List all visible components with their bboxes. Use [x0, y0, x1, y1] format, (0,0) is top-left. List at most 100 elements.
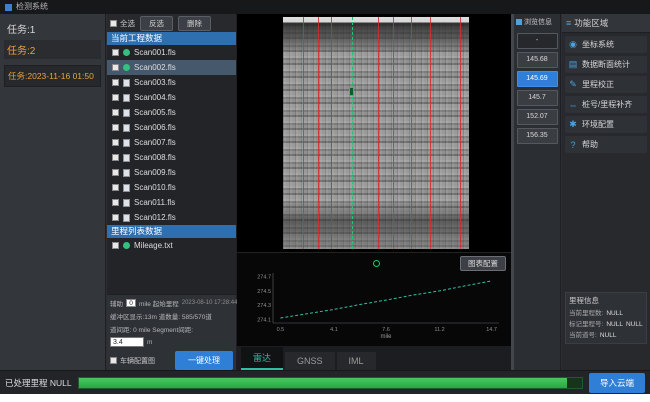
task-panel: 任务:1 任务:2 任务:2023-11-16 01:50 — [0, 14, 106, 370]
svg-text:274.1: 274.1 — [257, 317, 271, 323]
file-name: Scan001.fls — [134, 48, 176, 57]
app-window: 检测系统 任务:1 任务:2 任务:2023-11-16 01:50 全选 反选… — [0, 0, 650, 394]
file-checkbox[interactable] — [112, 109, 119, 116]
file-status-icon — [123, 169, 130, 177]
function-list: ◉坐标系统 ▤数据断面统计 ✎里程校正 ⇔桩号/里程补齐 ✱环境配置 ?帮助 — [562, 36, 650, 153]
app-icon — [5, 4, 12, 11]
file-row[interactable]: Scan010.fls — [107, 180, 236, 195]
file-row[interactable]: Scan002.fls — [107, 60, 236, 75]
vehicle-config-checkbox[interactable] — [110, 357, 117, 364]
file-checkbox[interactable] — [112, 154, 119, 161]
viewer-tab-gnss[interactable]: GNSS — [285, 352, 335, 370]
file-checkbox[interactable] — [112, 214, 119, 221]
segment-spacing-input[interactable] — [110, 337, 144, 347]
file-name: Scan005.fls — [134, 108, 176, 117]
red-marker-line — [318, 17, 319, 249]
file-row[interactable]: Scan011.fls — [107, 195, 236, 210]
browse-panel: 浏览信息 - 145.68 145.69 145.7 152.07 156.35 — [514, 14, 561, 370]
file-status-icon — [123, 242, 130, 249]
file-status-icon — [123, 79, 130, 87]
aux-value-box[interactable]: 0 — [126, 299, 136, 307]
globe-icon: ◉ — [568, 39, 578, 50]
file-checkbox[interactable] — [112, 124, 119, 131]
progress-bar — [78, 377, 583, 389]
gain-unit-label: m — [147, 339, 152, 346]
svg-text:274.3: 274.3 — [257, 303, 271, 309]
file-row[interactable]: Scan007.fls — [107, 135, 236, 150]
task-timestamp[interactable]: 任务:2023-11-16 01:50 — [4, 65, 101, 87]
viewer-tab-iml[interactable]: IML — [337, 352, 376, 370]
file-row[interactable]: Scan003.fls — [107, 75, 236, 90]
svg-text:274.5: 274.5 — [257, 289, 271, 295]
function-panel: ≡ 功能区域 ◉坐标系统▤数据断面统计✎里程校正⇔桩号/里程补齐✱环境配置?帮助… — [562, 14, 650, 370]
mileage-info-row: 当前道号:NULL — [569, 330, 643, 341]
file-checkbox[interactable] — [112, 199, 119, 206]
mileage-list-header: 里程列表数据 — [107, 225, 236, 238]
browse-value-button[interactable]: 145.7 — [517, 90, 558, 106]
scan-file-list: Scan001.fls Scan002.fls Scan003.fls Scan004… — [107, 45, 236, 225]
browse-value-button[interactable]: - — [517, 33, 558, 49]
file-row[interactable]: Mileage.txt — [107, 238, 236, 253]
vehicle-config-label: 车辆配置图 — [120, 356, 155, 366]
function-item[interactable]: ?帮助 — [565, 136, 647, 153]
red-marker-line — [331, 17, 332, 249]
browse-header: 浏览信息 — [524, 17, 552, 27]
file-checkbox[interactable] — [112, 242, 119, 249]
task-item-2[interactable]: 任务:2 — [4, 40, 101, 59]
file-checkbox[interactable] — [112, 79, 119, 86]
edit-icon: ✎ — [568, 79, 578, 90]
delete-button[interactable]: 删除 — [178, 16, 211, 31]
function-item[interactable]: ▤数据断面统计 — [565, 56, 647, 73]
file-row[interactable]: Scan012.fls — [107, 210, 236, 225]
file-name: Scan007.fls — [134, 138, 176, 147]
svg-text:mile: mile — [380, 334, 392, 339]
mileage-info-row: 当前里程数:NULL — [569, 308, 643, 319]
function-item[interactable]: ⇔桩号/里程补齐 — [565, 96, 647, 113]
browse-value-button[interactable]: 145.68 — [517, 52, 558, 68]
file-row[interactable]: Scan005.fls — [107, 105, 236, 120]
mileage-info-row: 标记里程号:NULLNULL — [569, 319, 643, 330]
file-checkbox[interactable] — [112, 139, 119, 146]
file-status-icon — [123, 214, 130, 222]
function-item[interactable]: ✱环境配置 — [565, 116, 647, 133]
file-status-icon — [123, 109, 130, 117]
file-checkbox[interactable] — [112, 184, 119, 191]
task-item-1[interactable]: 任务:1 — [4, 19, 101, 38]
viewer-tab-雷达[interactable]: 雷达 — [241, 347, 283, 370]
file-status-icon — [123, 94, 130, 102]
file-status-icon — [123, 139, 130, 147]
file-row[interactable]: Scan008.fls — [107, 150, 236, 165]
file-row[interactable]: Scan009.fls — [107, 165, 236, 180]
file-row[interactable]: Scan006.fls — [107, 120, 236, 135]
status-bar: 已处理里程 NULL 导入云端 — [0, 370, 650, 394]
mileage-info-box: 里程信息 当前里程数:NULL标记里程号:NULLNULL当前道号:NULL — [565, 292, 647, 344]
svg-text:7.6: 7.6 — [382, 327, 390, 333]
invert-select-button[interactable]: 反选 — [140, 16, 173, 31]
file-row[interactable]: Scan001.fls — [107, 45, 236, 60]
radar-bscan-image[interactable] — [283, 17, 469, 249]
browse-value-button[interactable]: 145.69 — [517, 71, 558, 87]
file-toolbar: 全选 反选 删除 — [107, 14, 236, 32]
svg-text:0.5: 0.5 — [277, 327, 285, 333]
function-item[interactable]: ◉坐标系统 — [565, 36, 647, 53]
file-status-icon — [123, 199, 130, 207]
select-all-checkbox[interactable] — [110, 20, 117, 27]
file-checkbox[interactable] — [112, 64, 119, 71]
function-item-label: 数据断面统计 — [582, 59, 630, 70]
file-checkbox[interactable] — [112, 169, 119, 176]
function-item-label: 桩号/里程补齐 — [582, 99, 632, 110]
file-row[interactable]: Scan004.fls — [107, 90, 236, 105]
file-name: Scan012.fls — [134, 213, 176, 222]
file-name: Scan004.fls — [134, 93, 176, 102]
browse-value-button[interactable]: 152.07 — [517, 109, 558, 125]
upload-cloud-button[interactable]: 导入云端 — [589, 373, 645, 393]
svg-text:4.1: 4.1 — [330, 327, 338, 333]
file-checkbox[interactable] — [112, 94, 119, 101]
function-item[interactable]: ✎里程校正 — [565, 76, 647, 93]
function-header: 功能区域 — [574, 17, 608, 29]
red-marker-line — [393, 17, 394, 249]
file-checkbox[interactable] — [112, 49, 119, 56]
one-click-process-button[interactable]: 一键处理 — [175, 351, 233, 370]
browse-value-button[interactable]: 156.35 — [517, 128, 558, 144]
file-name: Scan003.fls — [134, 78, 176, 87]
